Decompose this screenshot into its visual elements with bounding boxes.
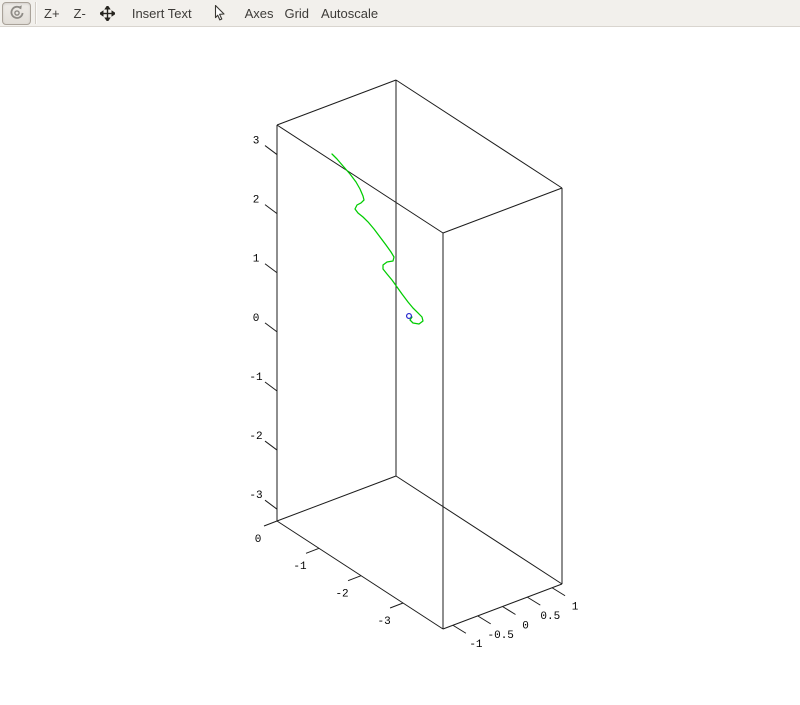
z-axis-tick — [265, 500, 277, 509]
z-axis-tick-label: 3 — [253, 135, 260, 147]
z-axis-tick-label: -1 — [249, 372, 263, 384]
plot-canvas: 0 -1 -2 -3 -1 -0.5 0 0.5 1 3 2 1 0 -1 -2 -3 — [0, 0, 800, 700]
zoom-in-button[interactable]: Z+ — [44, 6, 60, 21]
rotate-ccw-icon — [8, 4, 26, 22]
box-edge — [277, 521, 443, 629]
plot-area[interactable]: 0 -1 -2 -3 -1 -0.5 0 0.5 1 3 2 1 0 -1 -2 -3 — [0, 0, 800, 700]
trajectory-end-marker — [407, 314, 412, 319]
x-axis-tick-label: -2 — [335, 589, 348, 601]
autoscale-button[interactable]: Autoscale — [321, 6, 378, 21]
y-axis-tick — [453, 625, 466, 633]
box-edge — [443, 188, 562, 233]
y-axis-tick-label: 0 — [522, 620, 529, 632]
x-axis-tick — [306, 548, 319, 553]
z-axis-tick — [265, 441, 277, 450]
box-edge — [277, 476, 396, 521]
z-axis-tick-label: -2 — [249, 431, 262, 443]
z-axis-tick — [265, 205, 277, 214]
y-axis-tick — [503, 607, 516, 615]
insert-text-button[interactable]: Insert Text — [132, 6, 192, 21]
x-axis-tick-label: 0 — [255, 534, 262, 546]
x-axis-tick — [348, 576, 361, 581]
z-axis-tick — [265, 146, 277, 155]
z-axis-tick-label: -3 — [249, 490, 262, 502]
y-axis-tick-label: 0.5 — [540, 611, 560, 623]
rotate-button[interactable] — [2, 2, 31, 25]
box-edge — [396, 80, 562, 188]
z-axis-tick-label: 2 — [253, 195, 260, 207]
box-edge — [396, 476, 562, 584]
x-axis-tick — [390, 603, 403, 608]
x-axis-tick — [264, 521, 277, 526]
y-axis-tick — [527, 597, 540, 605]
box-edge — [277, 125, 443, 233]
z-axis-tick-label: 0 — [253, 313, 260, 325]
x-axis-tick-label: -1 — [293, 561, 307, 573]
y-axis-tick — [478, 616, 491, 624]
trajectory-path — [332, 154, 423, 324]
toolbar-separator — [35, 2, 37, 24]
y-axis-tick-label: -0.5 — [488, 630, 514, 642]
toolbar: Z+ Z- Insert Text Axes Grid Autoscale — [0, 0, 800, 27]
y-axis-tick — [552, 588, 565, 596]
z-axis-tick — [265, 323, 277, 332]
z-axis-tick-label: 1 — [253, 254, 260, 266]
pan-button[interactable] — [100, 6, 115, 21]
z-axis-tick — [265, 264, 277, 273]
zoom-out-button[interactable]: Z- — [74, 6, 86, 21]
box-edge — [277, 80, 396, 125]
pan-icon — [100, 6, 115, 21]
grid-button[interactable]: Grid — [284, 6, 309, 21]
pointer-button[interactable] — [213, 5, 226, 21]
y-axis-tick-label: 1 — [572, 602, 579, 614]
x-axis-tick-label: -3 — [377, 616, 390, 628]
y-axis-tick-label: -1 — [469, 639, 483, 651]
axes-button[interactable]: Axes — [245, 6, 274, 21]
z-axis-tick — [265, 382, 277, 391]
pointer-cursor-icon — [213, 5, 226, 21]
